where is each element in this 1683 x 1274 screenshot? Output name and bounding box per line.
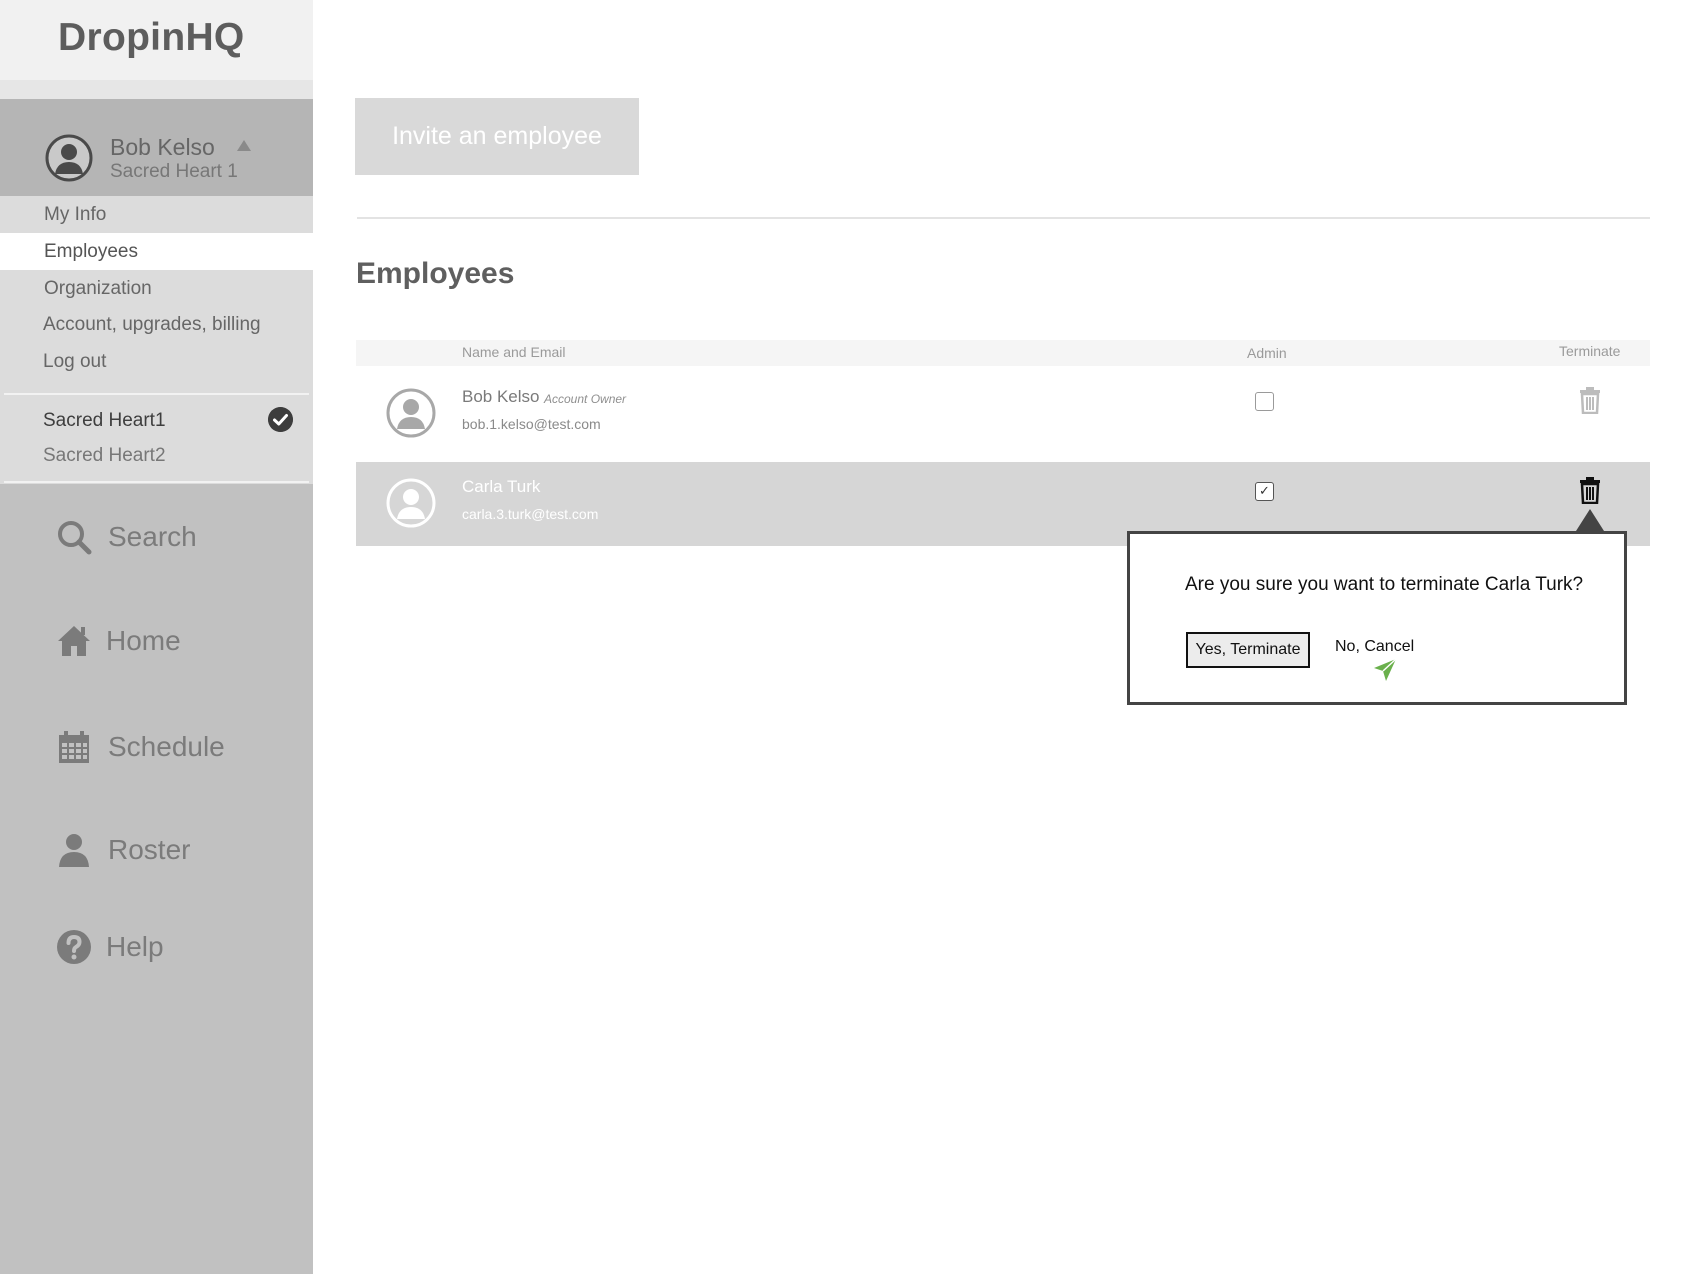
user-avatar-icon[interactable] [45,134,93,182]
nav-item-home[interactable]: Home [0,613,313,669]
section-divider [357,217,1650,219]
help-icon [57,930,91,964]
nav-label: Schedule [108,731,225,762]
confirm-message: Are you sure you want to terminate Carla… [1185,574,1584,595]
column-header-terminate: Terminate [1559,343,1621,359]
employee-email: bob.1.kelso@test.com [462,416,601,432]
employees-table-header: Name and Email Admin Terminate [356,340,1650,366]
caret-up-icon[interactable] [237,140,251,151]
nav-label: Help [106,931,164,962]
org-item-sacred-heart1[interactable]: Sacred Heart1 [0,404,313,438]
employee-role-badge: Account Owner [544,392,627,406]
invite-employee-button[interactable]: Invite an employee [355,98,639,175]
trash-icon[interactable] [1576,386,1604,414]
employee-name: Carla Turk [462,477,541,496]
nav-label: Roster [108,834,191,865]
person-icon [59,834,89,867]
avatar-icon [386,478,436,528]
trash-icon[interactable] [1576,476,1604,504]
home-icon [58,626,90,656]
nav-item-roster[interactable]: Roster [0,822,313,878]
menu-divider [4,393,309,395]
employee-name: Bob Kelso [462,387,540,406]
sidebar: DropinHQ Bob Kelso Sacred Heart 1 My Inf… [0,0,313,1274]
nav-label: Home [106,625,181,656]
brand-spacer [0,80,313,99]
menu-item-account-billing[interactable]: Account, upgrades, billing [0,306,313,343]
calendar-icon [59,731,89,763]
brand-area: DropinHQ [0,0,313,80]
avatar-icon [386,388,436,438]
user-org: Sacred Heart 1 [110,161,238,182]
column-header-admin: Admin [1247,345,1287,361]
org-item-sacred-heart2[interactable]: Sacred Heart2 [0,439,313,473]
nav-label: Search [108,521,197,552]
admin-checkbox[interactable] [1255,392,1274,411]
search-icon [58,521,92,555]
nav-item-help[interactable]: Help [0,919,313,975]
menu-divider [4,481,309,483]
terminate-confirm-popover: Are you sure you want to terminate Carla… [1127,531,1627,705]
menu-item-employees[interactable]: Employees [0,233,313,270]
employee-email: carla.3.turk@test.com [462,506,599,522]
yes-terminate-button[interactable]: Yes, Terminate [1186,632,1310,668]
nav-item-search[interactable]: Search [0,509,313,565]
popover-arrow [1576,509,1604,531]
user-name[interactable]: Bob Kelso [110,134,215,161]
menu-item-log-out[interactable]: Log out [0,343,313,380]
app-logo[interactable]: DropinHQ [58,16,245,60]
menu-item-my-info[interactable]: My Info [0,196,313,233]
pointer-cursor-icon [1374,658,1397,681]
menu-item-organization[interactable]: Organization [0,270,313,307]
check-circle-icon [268,407,293,432]
account-menu: My Info Employees Organization Account, … [0,196,313,484]
no-cancel-button[interactable]: No, Cancel [1335,638,1414,656]
table-row[interactable]: Bob Kelso Account Owner bob.1.kelso@test… [356,372,1650,456]
page-title: Employees [356,257,515,290]
admin-checkbox[interactable]: ✓ [1255,482,1274,501]
checkmark-icon: ✓ [1259,483,1270,498]
nav-item-schedule[interactable]: Schedule [0,719,313,775]
column-header-name-email: Name and Email [462,344,566,360]
